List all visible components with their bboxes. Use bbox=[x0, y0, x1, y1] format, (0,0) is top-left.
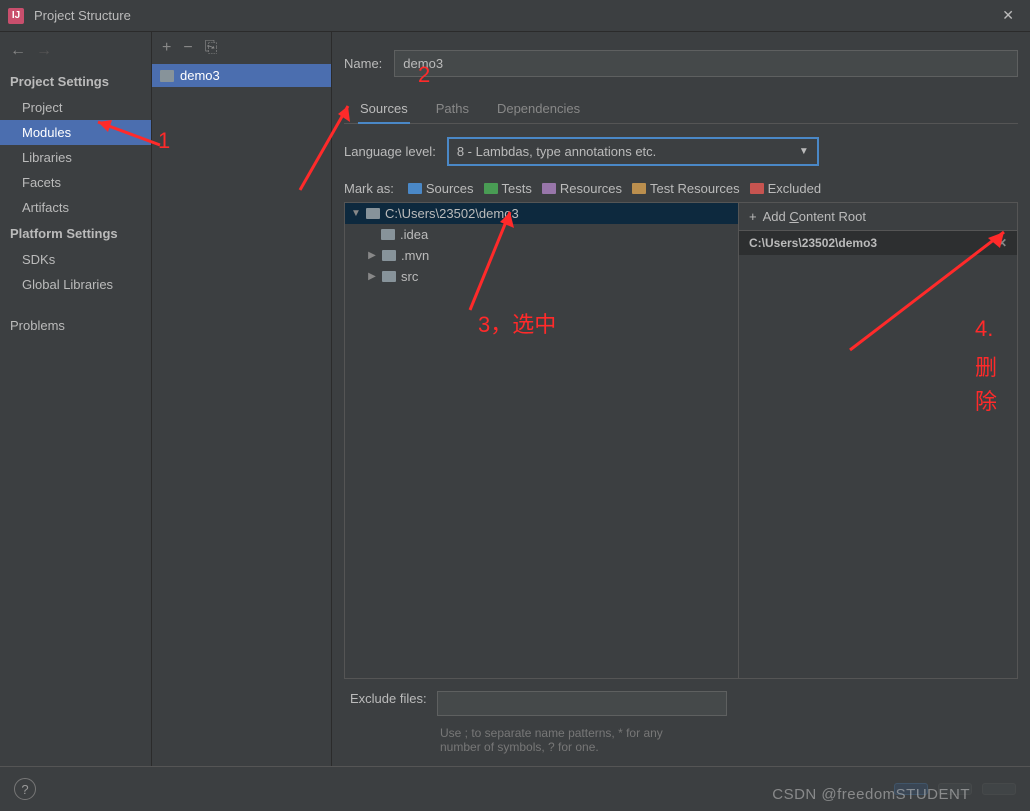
exclude-files-label: Exclude files: bbox=[350, 691, 427, 706]
back-arrow-icon[interactable]: ← bbox=[10, 42, 26, 60]
chevron-down-icon: ▼ bbox=[799, 146, 809, 157]
module-toolbar: + − ⎘ bbox=[152, 32, 331, 64]
left-sidebar: Project Settings Project Modules Librari… bbox=[0, 32, 152, 766]
help-icon[interactable]: ? bbox=[14, 778, 36, 800]
content-root-path: C:\Users\23502\demo3 bbox=[749, 236, 877, 250]
content-roots-panel: + Add Content Root C:\Users\23502\demo3 … bbox=[738, 202, 1018, 679]
close-icon[interactable]: ✕ bbox=[994, 3, 1022, 28]
collapse-icon[interactable]: ▼ bbox=[351, 208, 361, 219]
folder-icon bbox=[366, 208, 380, 219]
sidebar-item-problems[interactable]: Problems bbox=[0, 313, 151, 338]
mark-resources-button[interactable]: Resources bbox=[542, 181, 622, 196]
apply-button[interactable] bbox=[982, 783, 1016, 795]
app-icon: IJ bbox=[8, 8, 24, 24]
module-name: demo3 bbox=[180, 68, 220, 83]
mark-tests-button[interactable]: Tests bbox=[484, 181, 532, 196]
mark-sources-button[interactable]: Sources bbox=[408, 181, 474, 196]
forward-arrow-icon[interactable]: → bbox=[36, 42, 52, 60]
sidebar-item-modules[interactable]: Modules bbox=[0, 120, 151, 145]
watermark: CSDN @freedomSTUDENT bbox=[772, 786, 970, 803]
expand-icon[interactable]: ▶ bbox=[367, 250, 377, 261]
tree-item-mvn[interactable]: ▶ .mvn bbox=[345, 245, 738, 266]
sidebar-item-libraries[interactable]: Libraries bbox=[0, 145, 151, 170]
add-module-icon[interactable]: + bbox=[162, 39, 171, 57]
tree-item-idea[interactable]: .idea bbox=[345, 224, 738, 245]
exclude-files-input[interactable] bbox=[437, 691, 727, 716]
mark-excluded-button[interactable]: Excluded bbox=[750, 181, 821, 196]
section-platform-settings: Platform Settings bbox=[0, 220, 151, 247]
name-label: Name: bbox=[344, 56, 382, 71]
excluded-folder-icon bbox=[750, 183, 764, 194]
nav-arrows: ← → bbox=[10, 42, 52, 60]
folder-icon bbox=[382, 250, 396, 261]
window-title: Project Structure bbox=[34, 8, 994, 23]
content-root-item[interactable]: C:\Users\23502\demo3 ✕ bbox=[739, 231, 1017, 255]
sources-folder-icon bbox=[408, 183, 422, 194]
sidebar-item-sdks[interactable]: SDKs bbox=[0, 247, 151, 272]
content-panel: Name: Sources Paths Dependencies Languag… bbox=[332, 32, 1030, 766]
tests-folder-icon bbox=[484, 183, 498, 194]
tree-root[interactable]: ▼ C:\Users\23502\demo3 bbox=[345, 203, 738, 224]
add-content-root-button[interactable]: + Add Content Root bbox=[739, 203, 1017, 231]
copy-module-icon[interactable]: ⎘ bbox=[205, 39, 218, 57]
mark-test-resources-button[interactable]: Test Resources bbox=[632, 181, 740, 196]
folder-icon bbox=[382, 271, 396, 282]
tab-sources[interactable]: Sources bbox=[358, 95, 410, 124]
exclude-hint: Use ; to separate name patterns, * for a… bbox=[344, 722, 674, 766]
language-level-select[interactable]: 8 - Lambdas, type annotations etc. ▼ bbox=[448, 138, 818, 165]
remove-content-root-icon[interactable]: ✕ bbox=[997, 236, 1007, 250]
mark-as-label: Mark as: bbox=[344, 181, 394, 196]
test-resources-folder-icon bbox=[632, 183, 646, 194]
tab-dependencies[interactable]: Dependencies bbox=[495, 95, 582, 124]
folder-icon bbox=[381, 229, 395, 240]
language-level-label: Language level: bbox=[344, 144, 436, 159]
language-level-value: 8 - Lambdas, type annotations etc. bbox=[457, 144, 656, 159]
titlebar: IJ Project Structure ✕ bbox=[0, 0, 1030, 32]
tab-paths[interactable]: Paths bbox=[434, 95, 471, 124]
tree-root-label: C:\Users\23502\demo3 bbox=[385, 206, 519, 221]
section-project-settings: Project Settings bbox=[0, 68, 151, 95]
name-input[interactable] bbox=[394, 50, 1018, 77]
sidebar-item-global-libraries[interactable]: Global Libraries bbox=[0, 272, 151, 297]
tree-item-src[interactable]: ▶ src bbox=[345, 266, 738, 287]
tabs: Sources Paths Dependencies bbox=[344, 95, 1018, 124]
sidebar-item-facets[interactable]: Facets bbox=[0, 170, 151, 195]
remove-module-icon[interactable]: − bbox=[183, 39, 192, 57]
source-tree: ▼ C:\Users\23502\demo3 .idea ▶ .mvn ▶ sr… bbox=[344, 202, 738, 679]
expand-icon[interactable]: ▶ bbox=[367, 271, 377, 282]
module-tree-panel: + − ⎘ demo3 bbox=[152, 32, 332, 766]
sidebar-item-project[interactable]: Project bbox=[0, 95, 151, 120]
sidebar-item-artifacts[interactable]: Artifacts bbox=[0, 195, 151, 220]
folder-icon bbox=[160, 70, 174, 82]
resources-folder-icon bbox=[542, 183, 556, 194]
module-item-demo3[interactable]: demo3 bbox=[152, 64, 331, 87]
plus-icon: + bbox=[749, 209, 757, 224]
